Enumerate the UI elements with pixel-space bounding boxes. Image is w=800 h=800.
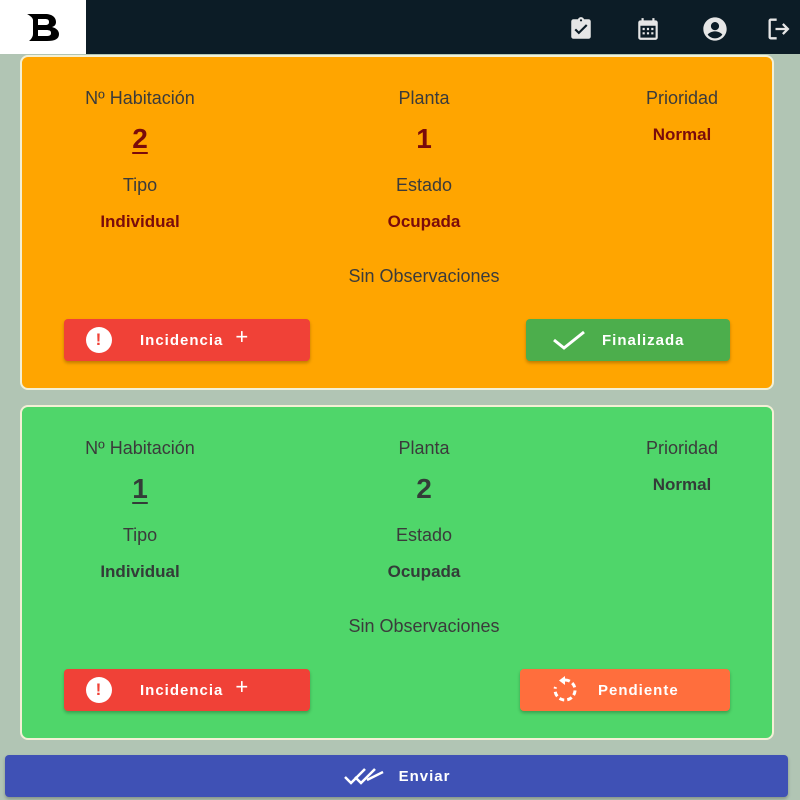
priority-value: Normal [652,475,712,494]
status-button-label: Pendiente [598,681,679,699]
room-card: Nº Habitación Planta Prioridad 1 2 Norma… [20,405,774,740]
state-value: Ocupada [387,212,461,231]
priority-label: Prioridad [645,88,719,108]
floor-value: 1 [416,123,432,154]
restore-icon [550,675,580,705]
status-button-label: Finalizada [602,331,685,349]
status-finished-button[interactable]: Finalizada [526,319,730,361]
priority-label: Prioridad [645,438,719,458]
floor-value: 2 [416,473,432,504]
type-value: Individual [100,212,180,231]
observations-text: Sin Observaciones [348,616,500,636]
type-label: Tipo [122,525,158,545]
logout-icon[interactable] [764,14,794,44]
submit-button-label: Enviar [398,767,451,785]
calendar-icon[interactable] [633,14,663,44]
check-icon [552,329,586,351]
logo-b-icon [27,14,59,41]
alert-circle-icon: ! [86,677,112,703]
state-label: Estado [395,175,453,195]
plus-icon: + [235,324,250,349]
room-card: Nº Habitación Planta Prioridad 2 1 Norma… [20,55,774,390]
alert-circle-icon: ! [86,327,112,353]
incident-button[interactable]: ! Incidencia + [64,669,310,711]
type-value: Individual [100,562,180,581]
observations-text: Sin Observaciones [348,266,500,286]
status-pending-button[interactable]: Pendiente [520,669,730,711]
incident-button-label: Incidencia [140,331,224,349]
floor-label: Planta [398,438,450,458]
top-app-bar [0,0,800,54]
floor-label: Planta [398,88,450,108]
clipboard-check-icon[interactable] [566,14,596,44]
room-number-label: Nº Habitación [85,88,195,108]
incident-button[interactable]: ! Incidencia + [64,319,310,361]
app-logo[interactable] [0,0,86,54]
submit-button[interactable]: Enviar [5,755,788,797]
state-label: Estado [395,525,453,545]
type-label: Tipo [122,175,158,195]
plus-icon: + [235,674,250,699]
state-value: Ocupada [387,562,461,581]
double-check-icon [343,766,385,786]
room-number-link[interactable]: 1 [132,473,148,505]
room-number-label: Nº Habitación [85,438,195,458]
account-icon[interactable] [700,14,730,44]
priority-value: Normal [652,125,712,144]
incident-button-label: Incidencia [140,681,224,699]
room-number-link[interactable]: 2 [132,123,148,155]
